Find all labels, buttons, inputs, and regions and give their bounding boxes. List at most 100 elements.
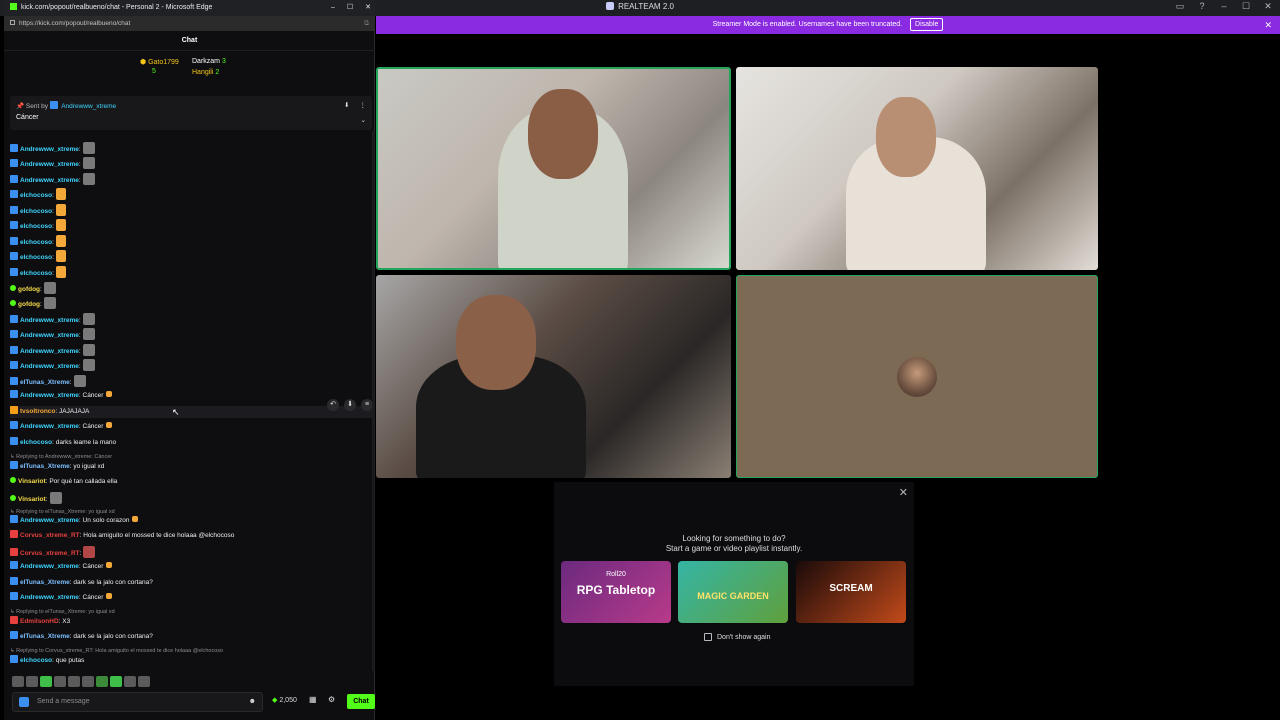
chat-message[interactable]: elTunas_Xtreme: (10, 375, 86, 387)
chat-send-button[interactable]: Chat (347, 694, 375, 709)
chat-message[interactable]: Andrewww_xtreme: Cáncer (10, 561, 113, 573)
chat-message[interactable]: elchocoso: que putas (10, 655, 84, 667)
chat-username[interactable]: Andrewww_xtreme (20, 363, 79, 370)
chat-message[interactable]: gofdog: (10, 282, 56, 294)
close-icon[interactable]: ✕ (365, 0, 371, 16)
chat-message[interactable]: elTunas_Xtreme: dark se la jalo con cort… (10, 631, 153, 643)
minimize-icon[interactable]: – (1218, 1, 1230, 12)
dont-show-again-checkbox[interactable]: Don't show again (704, 633, 770, 641)
channel-points[interactable]: ◆ 2,050 (272, 696, 297, 704)
gift-icon[interactable]: ▦ (309, 695, 317, 704)
emote-icon[interactable] (68, 676, 80, 687)
chat-message[interactable]: Andrewww_xtreme: (10, 313, 95, 325)
chat-username[interactable]: Vinsariot (18, 496, 46, 503)
chat-username[interactable]: Andrewww_xtreme (20, 146, 79, 153)
pin-icon[interactable]: ⬇ (344, 101, 349, 109)
chat-username[interactable]: Andrewww_xtreme (20, 563, 79, 570)
activity-card-scream[interactable]: SCREAM (796, 561, 906, 623)
chat-username[interactable]: elTunas_Xtreme (20, 379, 70, 386)
activity-card-rpg-tabletop[interactable]: Roll20 RPG Tabletop (561, 561, 671, 623)
chat-username[interactable]: gofdog (18, 301, 40, 308)
reply-icon[interactable]: ↶ (327, 399, 339, 411)
chat-username[interactable]: elTunas_Xtreme (20, 579, 70, 586)
inbox-icon[interactable]: ▭ (1174, 1, 1186, 12)
chat-username[interactable]: Andrewww_xtreme (20, 423, 79, 430)
chat-username[interactable]: elchocoso (20, 254, 52, 261)
emote-icon[interactable] (82, 676, 94, 687)
emote-icon[interactable] (40, 676, 52, 687)
chat-message[interactable]: Andrewww_xtreme: (10, 173, 95, 185)
chat-message[interactable]: elchocoso: (10, 266, 66, 278)
chat-message[interactable]: Vinsariot: Por qué tan callada ella (10, 476, 117, 488)
help-icon[interactable]: ? (1196, 1, 1208, 12)
chat-username[interactable]: elTunas_Xtreme (20, 633, 70, 640)
chat-username[interactable]: EdmilsonHD (20, 618, 59, 625)
chat-username[interactable]: elchocoso (20, 270, 52, 277)
chat-username[interactable]: Andrewww_xtreme (20, 517, 79, 524)
chat-username[interactable]: elTunas_Xtreme (20, 463, 70, 470)
chat-username[interactable]: Andrewww_xtreme (20, 317, 79, 324)
pinned-user[interactable]: Andrewww_xtreme (61, 103, 116, 110)
chat-message[interactable]: elchocoso: (10, 188, 66, 200)
chat-message[interactable]: gofdog: (10, 297, 56, 309)
chat-message[interactable]: Andrewww_xtreme: Un solo corazon (10, 515, 139, 527)
chat-message[interactable]: Andrewww_xtreme: Cáncer (10, 390, 113, 402)
emote-picker-icon[interactable]: ☻ (249, 693, 256, 711)
chat-scrollbar[interactable] (372, 131, 375, 671)
chat-username[interactable]: elchocoso (20, 223, 52, 230)
chat-username[interactable]: Andrewww_xtreme (20, 594, 79, 601)
chat-message[interactable]: Andrewww_xtreme: (10, 142, 95, 154)
chat-message[interactable]: Andrewww_xtreme: (10, 359, 95, 371)
activity-card-magic-garden[interactable]: MAGIC GARDEN (678, 561, 788, 623)
chat-message[interactable]: Andrewww_xtreme: (10, 344, 95, 356)
address-bar[interactable]: https://kick.com/popout/realbueno/chat ⧉ (4, 16, 375, 31)
extension-icon[interactable]: ⧉ (364, 16, 369, 31)
chat-message[interactable]: elTunas_Xtreme: yo igual xd (10, 461, 104, 473)
close-icon[interactable]: ✕ (1262, 1, 1274, 12)
close-icon[interactable]: ✕ (899, 486, 908, 499)
emote-icon[interactable] (124, 676, 136, 687)
chat-username[interactable]: elchocoso (20, 208, 52, 215)
checkbox-icon[interactable] (704, 633, 712, 641)
chat-message[interactable]: Andrewww_xtreme: (10, 328, 95, 340)
chat-message[interactable]: Vinsariot: (10, 492, 62, 504)
pinned-message[interactable]: 📌 Sent by Andrewww_xtreme Cáncer ⬇ ⋮ ⌄ (10, 96, 372, 130)
chevron-down-icon[interactable]: ⌄ (361, 116, 366, 124)
chat-message[interactable]: elchocoso: (10, 219, 66, 231)
chat-username[interactable]: Andrewww_xtreme (20, 161, 79, 168)
emote-icon[interactable] (54, 676, 66, 687)
chat-username[interactable]: Andrewww_xtreme (20, 392, 79, 399)
chat-username[interactable]: Andrewww_xtreme (20, 177, 79, 184)
video-tile-1[interactable] (376, 67, 731, 270)
chat-username[interactable]: gofdog (18, 286, 40, 293)
chat-message[interactable]: Andrewww_xtreme: (10, 157, 95, 169)
emote-icon[interactable] (26, 676, 38, 687)
emote-icon[interactable] (138, 676, 150, 687)
chat-message[interactable]: Corvus_xtreme_RT: (10, 546, 96, 558)
chat-message[interactable]: tvsoltronco: JAJAJAJA (10, 406, 89, 418)
pin-icon[interactable]: ⬇ (344, 399, 356, 411)
emote-icon[interactable] (110, 676, 122, 687)
chat-username[interactable]: elchocoso (20, 239, 52, 246)
chat-username[interactable]: Corvus_xtreme_RT (20, 550, 80, 557)
disable-streamer-mode-button[interactable]: Disable (910, 18, 944, 31)
chat-username[interactable]: Corvus_xtreme_RT (20, 532, 80, 539)
settings-icon[interactable]: ⚙ (328, 695, 335, 704)
minimize-icon[interactable]: – (331, 0, 335, 16)
chat-username[interactable]: Andrewww_xtreme (20, 348, 79, 355)
chat-message[interactable]: elTunas_Xtreme: dark se la jalo con cort… (10, 577, 153, 589)
chat-username[interactable]: elchocoso (20, 439, 52, 446)
video-tile-3[interactable] (376, 275, 731, 478)
emote-icon[interactable] (12, 676, 24, 687)
chat-message-input[interactable]: Send a message ☻ (12, 692, 263, 712)
chat-message[interactable]: Corvus_xtreme_RT: Hola amiguito el mosse… (10, 530, 234, 542)
video-tile-2[interactable] (736, 67, 1098, 270)
chat-username[interactable]: Vinsariot (18, 478, 46, 485)
chat-message[interactable]: EdmilsonHD: X3 (10, 616, 70, 628)
chat-username[interactable]: tvsoltronco (20, 408, 55, 415)
chat-username[interactable]: elchocoso (20, 657, 52, 664)
maximize-icon[interactable]: ☐ (1240, 1, 1252, 12)
chat-message[interactable]: elchocoso: (10, 235, 66, 247)
chat-username[interactable]: Andrewww_xtreme (20, 332, 79, 339)
chat-message[interactable]: Andrewww_xtreme: Cáncer (10, 421, 113, 433)
